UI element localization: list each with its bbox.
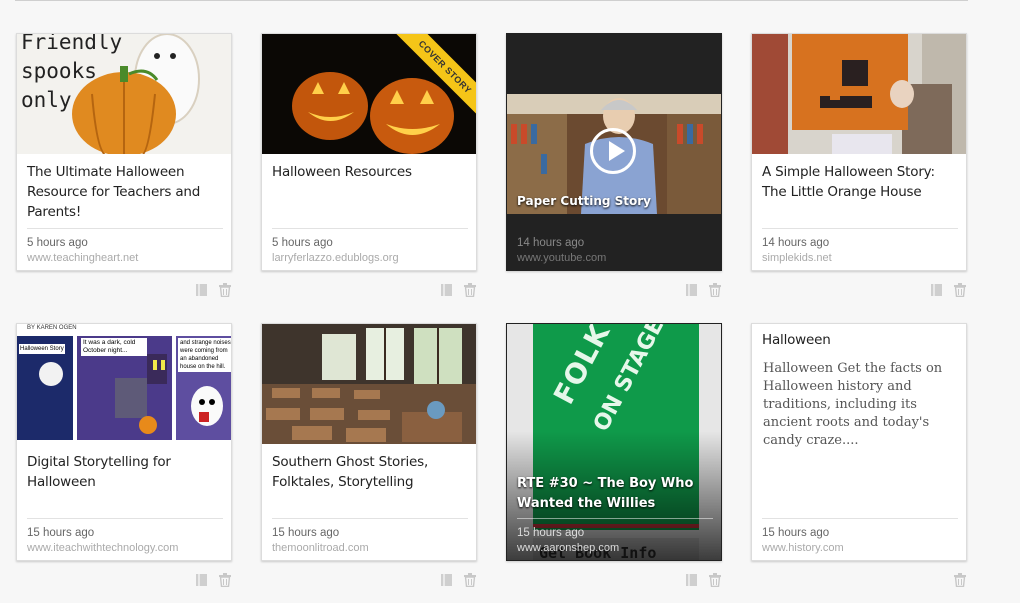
card-time: 15 hours ago [762,527,830,539]
trash-icon[interactable] [708,283,722,298]
comic-caption: and strange noises were coming from an a… [178,338,231,372]
card-thumbnail [262,324,476,444]
card-halloween-resources[interactable]: COVER STORY Halloween Resources 5 hours … [261,33,477,271]
top-divider [15,0,968,1]
card-source[interactable]: www.iteachwithtechnology.com [27,542,178,554]
card-divider [272,228,468,229]
card-digital-storytelling[interactable]: BY KAREN OGEN Halloween Story It was a d… [16,323,232,561]
bookmark-icon[interactable] [195,573,209,587]
trash-icon[interactable] [708,573,722,588]
card-title[interactable]: A Simple Halloween Story: The Little Ora… [762,162,958,202]
card-source[interactable]: themoonlitroad.com [272,542,369,554]
card-source[interactable]: www.aaronshep.com [517,542,619,554]
card-actions [685,283,725,298]
card-divider [762,228,958,229]
card-title[interactable]: The Ultimate Halloween Resource for Teac… [27,162,223,222]
bookmark-icon[interactable] [685,283,699,297]
card-description: Halloween Get the facts on Halloween his… [763,361,943,448]
trash-icon[interactable] [463,283,477,298]
thumb-text: Friendly [21,34,123,54]
card-source[interactable]: www.history.com [762,542,844,554]
card-source[interactable]: www.teachingheart.net [27,252,138,264]
card-thumbnail: BY KAREN OGEN Halloween Story It was a d… [17,324,231,444]
card-southern-ghost-stories[interactable]: Southern Ghost Stories, Folktales, Story… [261,323,477,561]
trash-icon[interactable] [953,573,967,588]
card-thumbnail: COVER STORY [262,34,476,154]
card-title[interactable]: Digital Storytelling for Halloween [27,452,223,492]
card-history-halloween[interactable]: Halloween Halloween Get the facts on Hal… [751,323,967,561]
card-thumbnail [752,34,966,154]
card-title[interactable]: RTE #30 ~ The Boy Who Wanted the Willies [517,474,697,514]
trash-icon[interactable] [218,573,232,588]
bookmark-icon[interactable] [195,283,209,297]
card-time: 14 hours ago [762,237,830,249]
card-title[interactable]: Halloween Resources [272,162,468,182]
bookmark-icon[interactable] [930,283,944,297]
card-title[interactable]: Paper Cutting Story [517,194,651,208]
card-time: 15 hours ago [272,527,340,539]
card-actions [930,283,970,298]
card-divider [27,518,223,519]
card-time: 5 hours ago [27,237,88,249]
card-thumbnail: Friendly spooks only [17,34,231,154]
play-icon[interactable] [590,128,636,174]
card-divider [272,518,468,519]
card-time: 5 hours ago [272,237,333,249]
thumb-text: only [21,88,72,112]
card-time: 14 hours ago [517,237,585,249]
card-source[interactable]: simplekids.net [762,252,832,264]
bookmark-icon[interactable] [440,573,454,587]
card-divider [27,228,223,229]
card-actions [195,573,235,588]
card-time: 15 hours ago [517,527,585,539]
card-ultimate-halloween[interactable]: Friendly spooks only The Ultimate Hallow… [16,33,232,271]
card-actions [930,573,970,588]
card-actions [195,283,235,298]
comic-byline: BY KAREN OGEN [27,325,77,331]
thumb-text: spooks [21,59,97,83]
card-actions [440,283,480,298]
card-title[interactable]: Halloween [762,330,958,350]
bookmark-icon[interactable] [440,283,454,297]
card-thumbnail: FOLKTALES ON STAGE Get Book Info [507,324,721,560]
trash-icon[interactable] [953,283,967,298]
card-time: 15 hours ago [27,527,95,539]
comic-caption: It was a dark, cold October night... [81,338,147,356]
comic-caption: Halloween Story [19,344,65,354]
card-source[interactable]: www.youtube.com [517,252,606,264]
card-paper-cutting-story[interactable]: Paper Cutting Story 14 hours ago www.you… [506,33,722,271]
card-source[interactable]: larryferlazzo.edublogs.org [272,252,399,264]
card-actions [440,573,480,588]
card-actions [685,573,725,588]
card-divider [517,518,713,519]
trash-icon[interactable] [218,283,232,298]
card-folktales-on-stage[interactable]: FOLKTALES ON STAGE Get Book Info RTE #30… [506,323,722,561]
card-little-orange-house[interactable]: A Simple Halloween Story: The Little Ora… [751,33,967,271]
bookmark-icon[interactable] [685,573,699,587]
card-divider [762,518,958,519]
card-title[interactable]: Southern Ghost Stories, Folktales, Story… [272,452,468,492]
trash-icon[interactable] [463,573,477,588]
